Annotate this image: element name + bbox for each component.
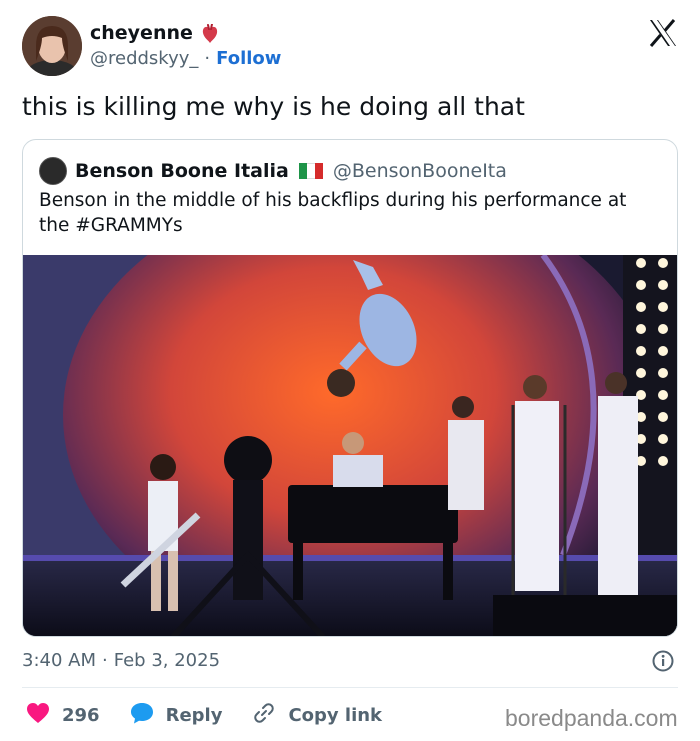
follow-button[interactable]: Follow <box>216 48 281 69</box>
quoted-author-handle[interactable]: @BensonBooneIta <box>333 160 507 182</box>
info-icon[interactable] <box>652 650 674 672</box>
stage-performance-photo[interactable] <box>23 255 677 637</box>
tweet-date: Feb 3, 2025 <box>113 650 221 671</box>
separator: · <box>204 48 211 69</box>
separator: · <box>102 650 108 671</box>
copy-link-label: Copy link <box>288 705 383 726</box>
tweet-time: 3:40 AM <box>22 650 96 671</box>
tweet-timestamp[interactable]: 3:40 AM · Feb 3, 2025 <box>22 650 220 671</box>
quoted-author-name[interactable]: Benson Boone Italia <box>75 160 289 182</box>
reply-button[interactable]: Reply <box>130 702 223 729</box>
heart-icon <box>26 702 50 729</box>
quoted-author-avatar[interactable] <box>39 157 67 185</box>
copy-link-button[interactable]: Copy link <box>252 701 382 730</box>
tweet-actions: 296 Reply Copy link <box>26 701 412 730</box>
divider <box>22 687 678 688</box>
x-logo-icon[interactable] <box>648 18 678 48</box>
like-button[interactable]: 296 <box>26 702 100 729</box>
tweet-text: this is killing me why is he doing all t… <box>22 92 525 121</box>
like-count: 296 <box>62 705 100 726</box>
author-handle-row: @reddskyy_ · Follow <box>90 48 281 69</box>
reply-bubble-icon <box>130 702 154 729</box>
quoted-tweet-header: Benson Boone Italia @BensonBooneIta <box>39 157 507 185</box>
author-avatar[interactable] <box>22 16 82 76</box>
reply-label: Reply <box>165 705 223 726</box>
quoted-tweet-card[interactable]: Benson Boone Italia @BensonBooneIta Bens… <box>22 139 678 637</box>
quoted-tweet-text: Benson in the middle of his backflips du… <box>39 190 627 236</box>
watermark: boredpanda.com <box>505 705 678 731</box>
author-display-name[interactable]: cheyenne <box>90 22 193 44</box>
author-handle[interactable]: @reddskyy_ <box>90 48 198 69</box>
italy-flag-icon <box>298 163 323 179</box>
anatomical-heart-icon <box>201 23 219 43</box>
link-icon <box>252 701 276 730</box>
author-name-row: cheyenne <box>90 22 219 44</box>
